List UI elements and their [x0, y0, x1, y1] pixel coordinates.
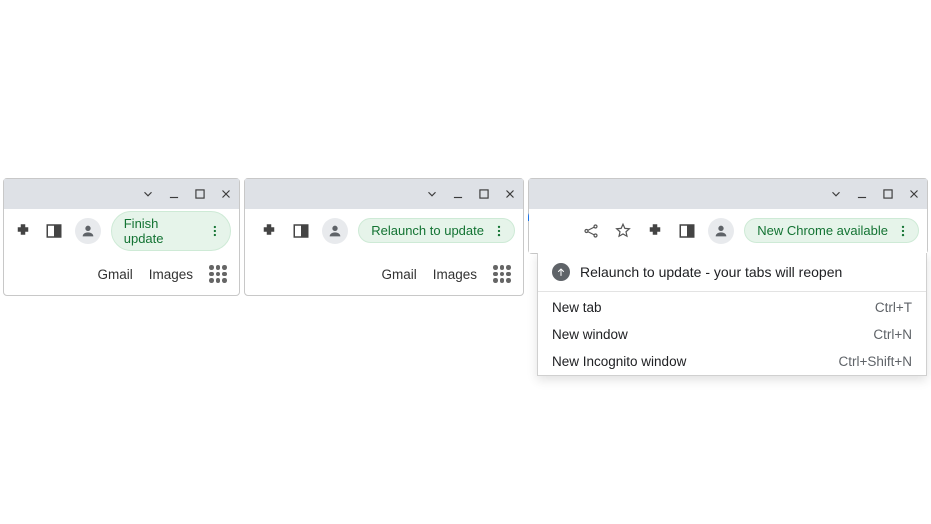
window-panel-finish-update: Finish update Gmail Images: [3, 178, 240, 296]
gmail-link[interactable]: Gmail: [381, 267, 416, 282]
chrome-main-menu: Relaunch to update - your tabs will reop…: [537, 252, 927, 376]
update-pill-label: Finish update: [124, 216, 201, 246]
apps-launcher-icon[interactable]: [209, 265, 227, 283]
window-panel-new-chrome: New Chrome available Relaunch to update …: [528, 178, 928, 254]
update-pill[interactable]: New Chrome available: [744, 218, 919, 243]
minimize-icon[interactable]: [451, 187, 465, 201]
close-icon[interactable]: [503, 187, 517, 201]
menu-item-new-incognito[interactable]: New Incognito window Ctrl+Shift+N: [538, 348, 926, 375]
apps-launcher-icon[interactable]: [493, 265, 511, 283]
menu-item-hotkey: Ctrl+N: [873, 327, 912, 342]
maximize-icon[interactable]: [193, 187, 207, 201]
close-icon[interactable]: [907, 187, 921, 201]
maximize-icon[interactable]: [881, 187, 895, 201]
extensions-icon[interactable]: [12, 220, 34, 242]
menu-item-new-tab[interactable]: New tab Ctrl+T: [538, 294, 926, 321]
side-panel-icon[interactable]: [676, 220, 698, 242]
extensions-icon[interactable]: [644, 220, 666, 242]
kebab-menu-icon: [208, 224, 222, 238]
star-icon[interactable]: [612, 220, 634, 242]
side-panel-icon[interactable]: [290, 220, 312, 242]
update-pill-label: Relaunch to update: [371, 223, 484, 238]
menu-item-hotkey: Ctrl+Shift+N: [838, 354, 912, 369]
update-pill-label: New Chrome available: [757, 223, 888, 238]
menu-item-hotkey: Ctrl+T: [875, 300, 912, 315]
side-panel-icon[interactable]: [44, 220, 66, 242]
search-tabs-chevron-icon[interactable]: [141, 187, 155, 201]
update-pill[interactable]: Finish update: [111, 211, 231, 251]
update-arrow-icon: [552, 263, 570, 281]
kebab-menu-icon: [896, 224, 910, 238]
titlebar: [529, 179, 927, 209]
images-link[interactable]: Images: [149, 267, 193, 282]
menu-item-label: New Incognito window: [552, 354, 686, 369]
minimize-icon[interactable]: [855, 187, 869, 201]
toolbar: New Chrome available: [529, 209, 927, 253]
profile-avatar[interactable]: [322, 218, 348, 244]
titlebar: [245, 179, 523, 209]
gmail-link[interactable]: Gmail: [97, 267, 132, 282]
new-tab-shortcuts: Gmail Images: [4, 253, 239, 295]
window-panel-relaunch: Relaunch to update Gmail Images: [244, 178, 524, 296]
menu-relaunch-header[interactable]: Relaunch to update - your tabs will reop…: [538, 253, 926, 289]
search-tabs-chevron-icon[interactable]: [829, 187, 843, 201]
profile-avatar[interactable]: [708, 218, 734, 244]
titlebar: [4, 179, 239, 209]
toolbar: Relaunch to update: [245, 209, 523, 253]
close-icon[interactable]: [219, 187, 233, 201]
menu-item-label: New tab: [552, 300, 602, 315]
kebab-menu-icon: [492, 224, 506, 238]
maximize-icon[interactable]: [477, 187, 491, 201]
menu-item-new-window[interactable]: New window Ctrl+N: [538, 321, 926, 348]
profile-avatar[interactable]: [75, 218, 101, 244]
menu-item-label: New window: [552, 327, 628, 342]
menu-separator: [538, 291, 926, 292]
search-tabs-chevron-icon[interactable]: [425, 187, 439, 201]
update-pill[interactable]: Relaunch to update: [358, 218, 515, 243]
menu-relaunch-text: Relaunch to update - your tabs will reop…: [580, 264, 842, 280]
share-icon[interactable]: [580, 220, 602, 242]
extensions-icon[interactable]: [258, 220, 280, 242]
toolbar: Finish update: [4, 209, 239, 253]
minimize-icon[interactable]: [167, 187, 181, 201]
new-tab-shortcuts: Gmail Images: [245, 253, 523, 295]
images-link[interactable]: Images: [433, 267, 477, 282]
